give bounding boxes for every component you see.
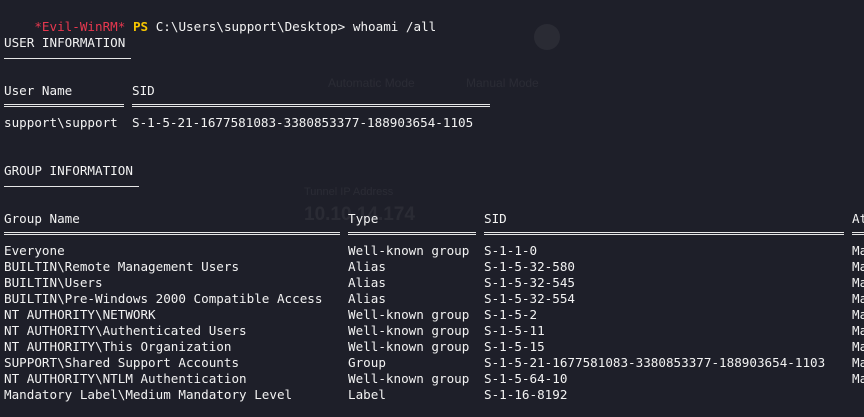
group-type-cell: Well-known group xyxy=(348,243,470,258)
group-col-sid-header: SID xyxy=(484,211,507,226)
group-name-cell: BUILTIN\Remote Management Users xyxy=(4,259,240,274)
group-info-heading-underline xyxy=(4,186,139,187)
group-col-attributes-rule xyxy=(852,232,864,235)
group-name-cell: Everyone xyxy=(4,243,65,258)
group-sid-cell: S-1-5-32-554 xyxy=(484,291,575,306)
group-col-name-header: Group Name xyxy=(4,211,80,226)
bg-mode-automatic: Automatic Mode xyxy=(328,76,415,90)
group-attributes-cell: Ma xyxy=(852,371,864,386)
group-sid-cell: S-1-5-11 xyxy=(484,323,545,338)
prompt-ps: PS xyxy=(132,19,149,34)
group-name-cell: NT AUTHORITY\Authenticated Users xyxy=(4,323,247,338)
group-type-cell: Well-known group xyxy=(348,339,470,354)
user-col-sid-header: SID xyxy=(132,83,155,98)
group-col-attributes-header: At xyxy=(852,211,864,226)
group-sid-cell: S-1-5-2 xyxy=(484,307,538,322)
bg-ip-label: Tunnel IP Address xyxy=(304,186,394,198)
group-attributes-cell: Ma xyxy=(852,355,864,370)
group-attributes-cell: Ma xyxy=(852,291,864,306)
group-col-type-header: Type xyxy=(348,211,379,226)
group-type-cell: Well-known group xyxy=(348,323,470,338)
group-name-cell: BUILTIN\Pre-Windows 2000 Compatible Acce… xyxy=(4,291,323,306)
group-type-cell: Group xyxy=(348,355,386,370)
group-info-heading: GROUP INFORMATION xyxy=(4,163,133,178)
group-sid-cell: S-1-16-8192 xyxy=(484,387,568,402)
group-attributes-cell: Ma xyxy=(852,275,864,290)
group-attributes-cell: Ma xyxy=(852,259,864,274)
group-type-cell: Alias xyxy=(348,275,386,290)
user-col-name-header: User Name xyxy=(4,83,73,98)
user-sid-value: S-1-5-21-1677581083-3380853377-188903654… xyxy=(132,115,474,130)
group-sid-cell: S-1-1-0 xyxy=(484,243,538,258)
group-type-cell: Label xyxy=(348,387,386,402)
prompt-shell-name: *Evil-WinRM* xyxy=(34,19,126,34)
user-col-name-rule xyxy=(4,104,124,107)
group-type-cell: Alias xyxy=(348,259,386,274)
group-sid-cell: S-1-5-15 xyxy=(484,339,545,354)
group-sid-cell: S-1-5-64-10 xyxy=(484,371,568,386)
group-attributes-cell: Ma xyxy=(852,339,864,354)
group-sid-cell: S-1-5-32-580 xyxy=(484,259,575,274)
user-name-value: support\support xyxy=(4,115,118,130)
prompt-path: C:\Users\support\Desktop> xyxy=(155,19,346,34)
prompt-line: *Evil-WinRM* PS C:\Users\support\Desktop… xyxy=(4,3,436,34)
group-name-cell: NT AUTHORITY\NTLM Authentication xyxy=(4,371,247,386)
group-type-cell: Well-known group xyxy=(348,307,470,322)
user-info-heading: USER INFORMATION xyxy=(4,35,126,50)
group-attributes-cell: Ma xyxy=(852,307,864,322)
group-attributes-cell: Ma xyxy=(852,323,864,338)
group-sid-cell: S-1-5-32-545 xyxy=(484,275,575,290)
group-attributes-cell: Ma xyxy=(852,243,864,258)
group-col-type-rule xyxy=(348,232,476,235)
group-col-name-rule xyxy=(4,232,340,235)
group-name-cell: SUPPORT\Shared Support Accounts xyxy=(4,355,240,370)
group-name-cell: BUILTIN\Users xyxy=(4,275,103,290)
group-name-cell: NT AUTHORITY\NETWORK xyxy=(4,307,156,322)
group-name-cell: Mandatory Label\Medium Mandatory Level xyxy=(4,387,293,402)
bg-mode-manual: Manual Mode xyxy=(466,76,539,90)
group-sid-cell: S-1-5-21-1677581083-3380853377-188903654… xyxy=(484,355,826,370)
user-col-sid-rule xyxy=(132,104,490,107)
group-type-cell: Alias xyxy=(348,291,386,306)
group-type-cell: Well-known group xyxy=(348,371,470,386)
user-info-heading-underline xyxy=(4,58,131,59)
prompt-command: whoami /all xyxy=(352,19,437,34)
group-col-sid-rule xyxy=(484,232,844,235)
terminal-window[interactable]: Automatic Mode Manual Mode Tunnel IP Add… xyxy=(0,0,864,417)
group-name-cell: NT AUTHORITY\This Organization xyxy=(4,339,232,354)
bg-avatar-icon xyxy=(534,24,560,50)
